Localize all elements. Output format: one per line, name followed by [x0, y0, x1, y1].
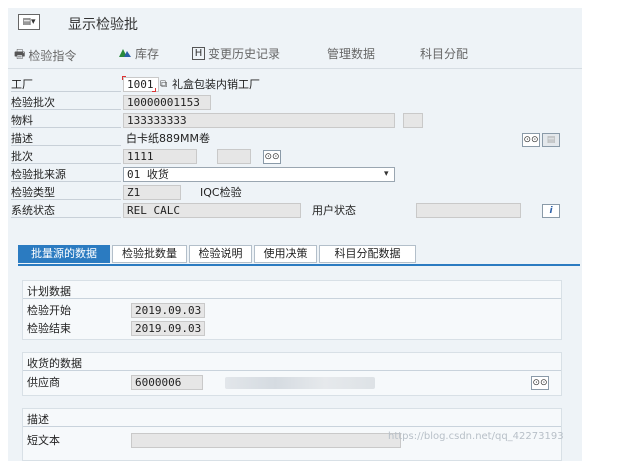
user-status-label: 用户状态	[312, 204, 356, 217]
sap-window: ▤▾ 显示检验批 🖶 检验指令 库存 H 变更历史记录 管理数据 科目分配 工厂…	[8, 8, 582, 461]
system-status-label: 系统状态	[11, 203, 121, 218]
tab-underline	[18, 264, 580, 266]
info-icon[interactable]: i	[542, 204, 560, 218]
toolbar-label: 库存	[135, 47, 160, 61]
glasses-icon[interactable]: ⊙⊙	[531, 376, 549, 390]
tab-usage-decision[interactable]: 使用决策	[254, 245, 317, 263]
text-edit-icon[interactable]: ▤	[542, 133, 560, 147]
inspection-start-label: 检验开始	[27, 304, 71, 317]
lot-origin-label: 检验批来源	[11, 167, 121, 182]
description-label: 描述	[11, 131, 121, 146]
watermark: https://blog.csdn.net/qq_42273193	[388, 431, 564, 442]
lot-origin-select[interactable]: 01 收货	[123, 167, 395, 182]
vendor-field[interactable]: 6000006	[131, 375, 203, 390]
inspection-type-description: IQC检验	[200, 186, 242, 199]
group-title: 描述	[27, 413, 49, 426]
search-help-icon[interactable]: ⧉	[160, 77, 167, 92]
material-label: 物料	[11, 113, 121, 128]
group-title: 计划数据	[27, 285, 71, 298]
plant-label: 工厂	[11, 77, 121, 92]
toolbar-label: 管理数据	[327, 47, 376, 61]
printer-icon: 🖶	[14, 47, 26, 61]
batch-field[interactable]: 1111	[123, 149, 197, 164]
inspection-type-label: 检验类型	[11, 185, 121, 200]
batch-label: 批次	[11, 149, 121, 164]
goods-receipt-group: 收货的数据 供应商 6000006 ⊙⊙	[22, 352, 562, 396]
material-extra-field[interactable]	[403, 113, 423, 128]
inspection-instruction-button[interactable]: 🖶 检验指令	[14, 45, 76, 66]
planned-data-group: 计划数据 检验开始 2019.09.03 检验结束 2019.09.03	[22, 280, 562, 340]
inspection-lot-label: 检验批次	[11, 95, 121, 110]
batch-extra-field[interactable]	[217, 149, 251, 164]
description-value: 白卡纸889MM卷	[126, 132, 210, 145]
stock-button[interactable]: 库存	[118, 45, 159, 62]
tab-lot-origin-data[interactable]: 批量源的数据	[18, 245, 110, 263]
material-field[interactable]: 133333333	[123, 113, 395, 128]
admin-data-button[interactable]: 管理数据	[327, 45, 375, 62]
user-status-field[interactable]	[416, 203, 521, 218]
inspection-type-field[interactable]: Z1	[123, 185, 181, 200]
short-text-label: 短文本	[27, 434, 60, 447]
account-assignment-button[interactable]: 科目分配	[420, 45, 468, 62]
toolbar-label: 检验指令	[28, 49, 77, 63]
title-bar: ▤▾ 显示检验批	[8, 8, 582, 34]
toolbar-label: 科目分配	[420, 47, 469, 61]
application-toolbar: 🖶 检验指令 库存 H 变更历史记录 管理数据 科目分配	[8, 42, 582, 64]
focus-corner	[122, 76, 126, 80]
plant-description: 礼盒包装内销工厂	[172, 78, 260, 91]
toolbar-label: 变更历史记录	[208, 47, 281, 61]
focus-corner	[152, 88, 156, 92]
group-title: 收货的数据	[27, 357, 82, 370]
glasses-icon[interactable]: ⊙⊙	[522, 133, 540, 147]
system-status-field[interactable]: REL CALC	[123, 203, 301, 218]
inspection-lot-field[interactable]: 10000001153	[123, 95, 211, 110]
short-text-field[interactable]	[131, 433, 401, 448]
tab-account-assignment[interactable]: 科目分配数据	[319, 245, 416, 263]
change-history-button[interactable]: H 变更历史记录	[192, 45, 280, 62]
glasses-icon[interactable]: ⊙⊙	[263, 150, 281, 164]
inspection-end-label: 检验结束	[27, 322, 71, 335]
inspection-end-field[interactable]: 2019.09.03	[131, 321, 205, 336]
tab-lot-quantity[interactable]: 检验批数量	[112, 245, 187, 263]
inspection-start-field[interactable]: 2019.09.03	[131, 303, 205, 318]
tab-inspection-spec[interactable]: 检验说明	[189, 245, 252, 263]
vendor-label: 供应商	[27, 376, 60, 389]
page-title: 显示检验批	[68, 17, 138, 33]
chevron-down-icon[interactable]: ▾	[384, 167, 389, 182]
toolbar-separator	[8, 68, 582, 69]
stock-icon	[118, 46, 132, 61]
menu-icon[interactable]: ▤▾	[18, 14, 40, 30]
redacted-vendor-name	[225, 377, 375, 389]
history-icon: H	[192, 47, 205, 60]
